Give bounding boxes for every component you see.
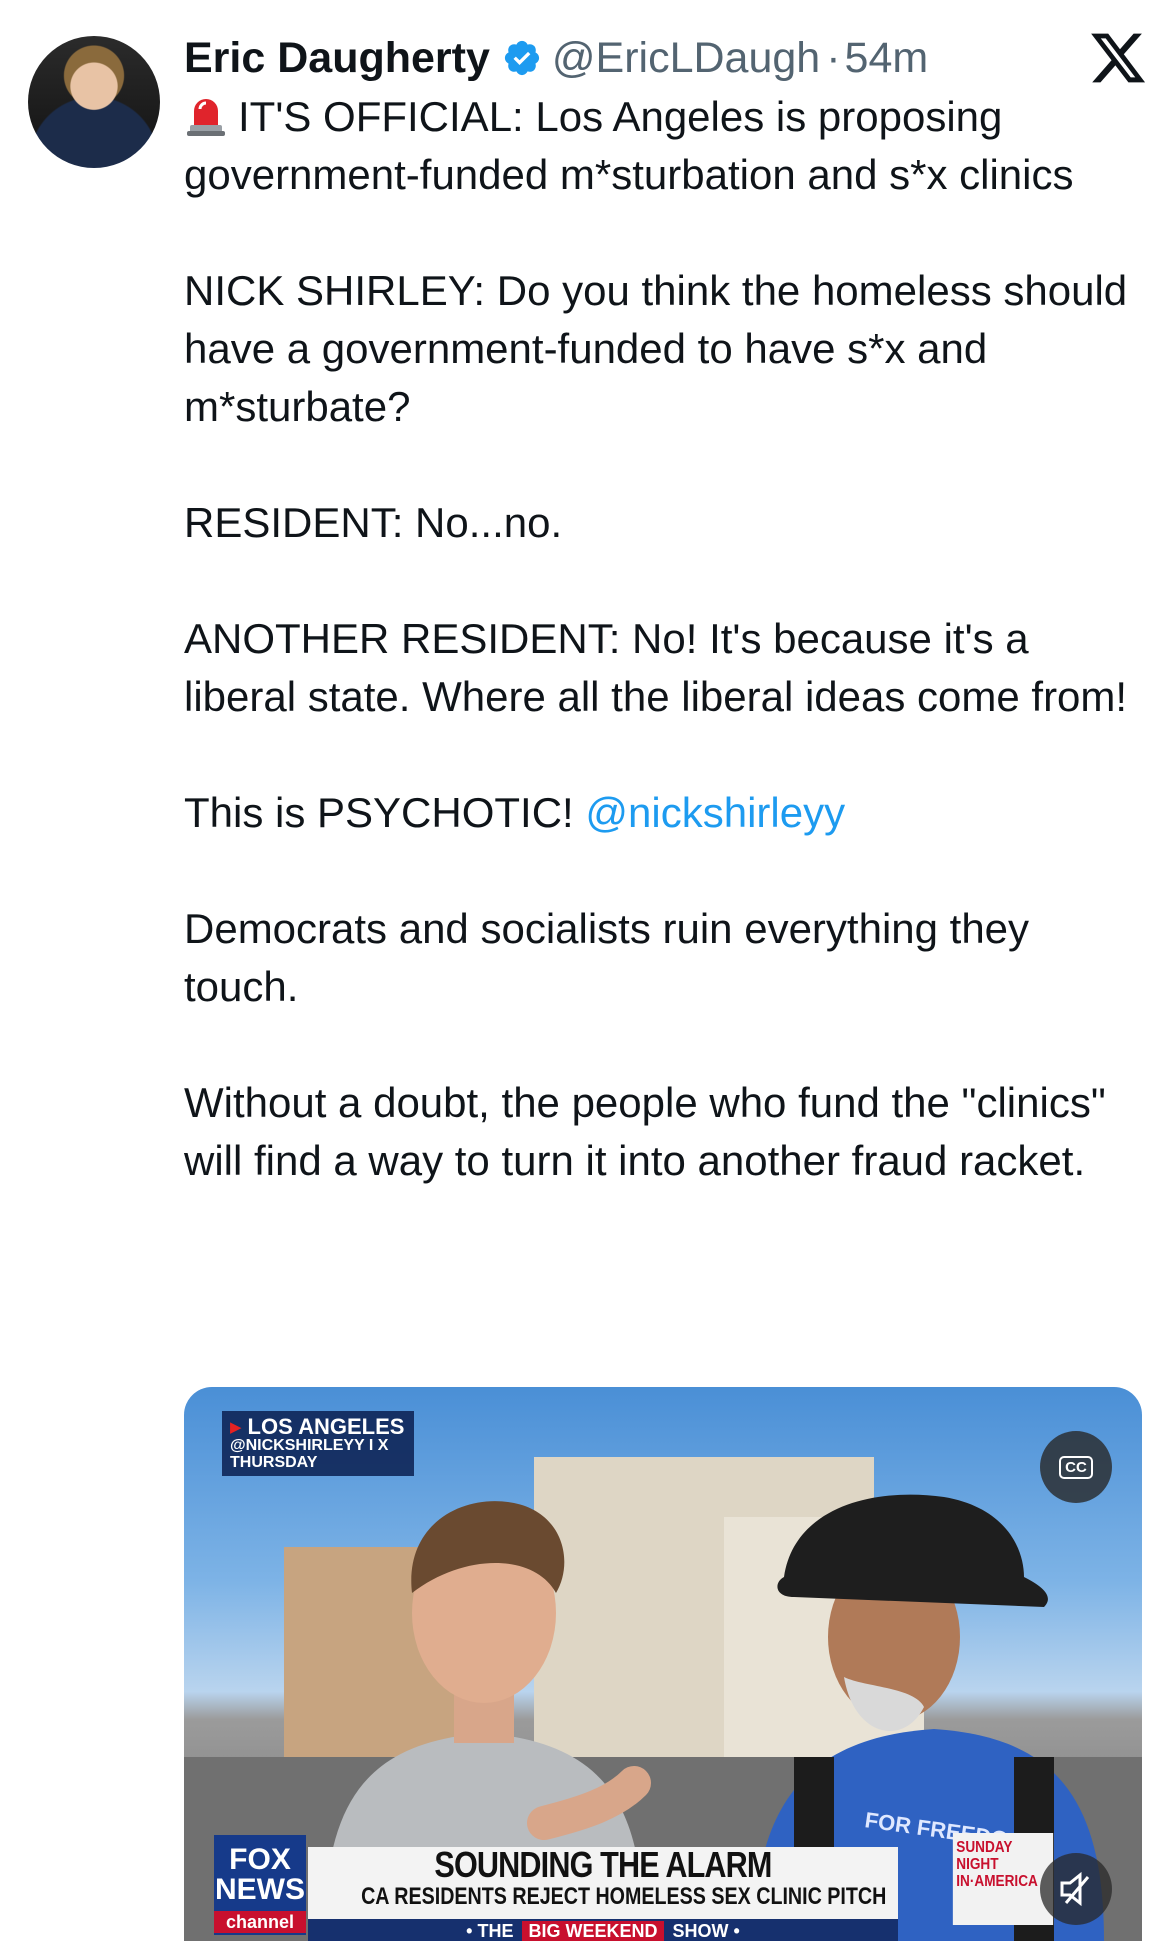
network-logo-line3: channel xyxy=(214,1911,306,1933)
news-lower-third: FOX NEWS channel SOUNDING THE ALARM CA R… xyxy=(184,1823,1142,1941)
tweet-text: IT'S OFFICIAL: Los Angeles is proposing … xyxy=(184,88,1134,1190)
tweet-header: Eric Daugherty @EricLDaugh · 54m xyxy=(184,28,1130,88)
x-logo-icon xyxy=(1091,33,1146,83)
tweet-paragraph-7: Without a doubt, the people who fund the… xyxy=(184,1079,1118,1184)
tweet-paragraph-4: ANOTHER RESIDENT: No! It's because it's … xyxy=(184,615,1128,720)
tweet-paragraph-6: Democrats and socialists ruin everything… xyxy=(184,905,1041,1010)
video-player[interactable]: FOR FREEDO LOS ANGELES @NICKSHIRLEYY I X… xyxy=(184,1387,1142,1941)
source-label: @NICKSHIRLEYY I X xyxy=(230,1437,389,1455)
closed-captions-button[interactable]: CC xyxy=(1040,1431,1112,1503)
author-avatar[interactable] xyxy=(28,36,160,168)
timestamp[interactable]: 54m xyxy=(845,34,929,83)
tweet-paragraph-1: IT'S OFFICIAL: Los Angeles is proposing … xyxy=(184,93,1074,198)
show-strip: • THE BIG WEEKEND SHOW • xyxy=(308,1919,898,1941)
network-logo: FOX NEWS channel xyxy=(214,1835,306,1935)
mention-link[interactable]: @nickshirleyy xyxy=(585,789,845,836)
author-name[interactable]: Eric Daugherty xyxy=(184,34,490,83)
mute-icon xyxy=(1060,1871,1090,1907)
show-strip-big: BIG WEEKEND xyxy=(522,1921,664,1941)
day-label: THURSDAY xyxy=(230,1453,318,1471)
tweet-paragraph-2: NICK SHIRLEY: Do you think the homeless … xyxy=(184,267,1139,430)
police-light-emoji xyxy=(187,99,225,136)
headline-banner: SOUNDING THE ALARM CA RESIDENTS REJECT H… xyxy=(308,1847,898,1919)
network-logo-line1: FOX xyxy=(229,1843,291,1876)
show-logo: SUNDAY NIGHT IN·AMERICA xyxy=(952,1833,1054,1925)
show-strip-pre: • THE xyxy=(466,1921,514,1941)
tweet-paragraph-5: This is PSYCHOTIC! xyxy=(184,789,586,836)
verified-badge-icon xyxy=(504,40,539,76)
separator-dot: · xyxy=(826,33,841,82)
headline: SOUNDING THE ALARM xyxy=(434,1844,772,1885)
author-handle[interactable]: @EricLDaugh xyxy=(552,34,820,83)
show-strip-post: SHOW • xyxy=(672,1921,740,1941)
mute-button[interactable] xyxy=(1040,1853,1112,1925)
location-badge: LOS ANGELES @NICKSHIRLEYY I X THURSDAY xyxy=(222,1411,415,1476)
location-label: LOS ANGELES xyxy=(230,1415,405,1438)
network-logo-line2: NEWS xyxy=(215,1873,305,1906)
subheadline: CA RESIDENTS REJECT HOMELESS SEX CLINIC … xyxy=(361,1883,887,1910)
tweet-paragraph-3: RESIDENT: No...no. xyxy=(184,499,563,546)
closed-captions-icon: CC xyxy=(1059,1455,1093,1479)
